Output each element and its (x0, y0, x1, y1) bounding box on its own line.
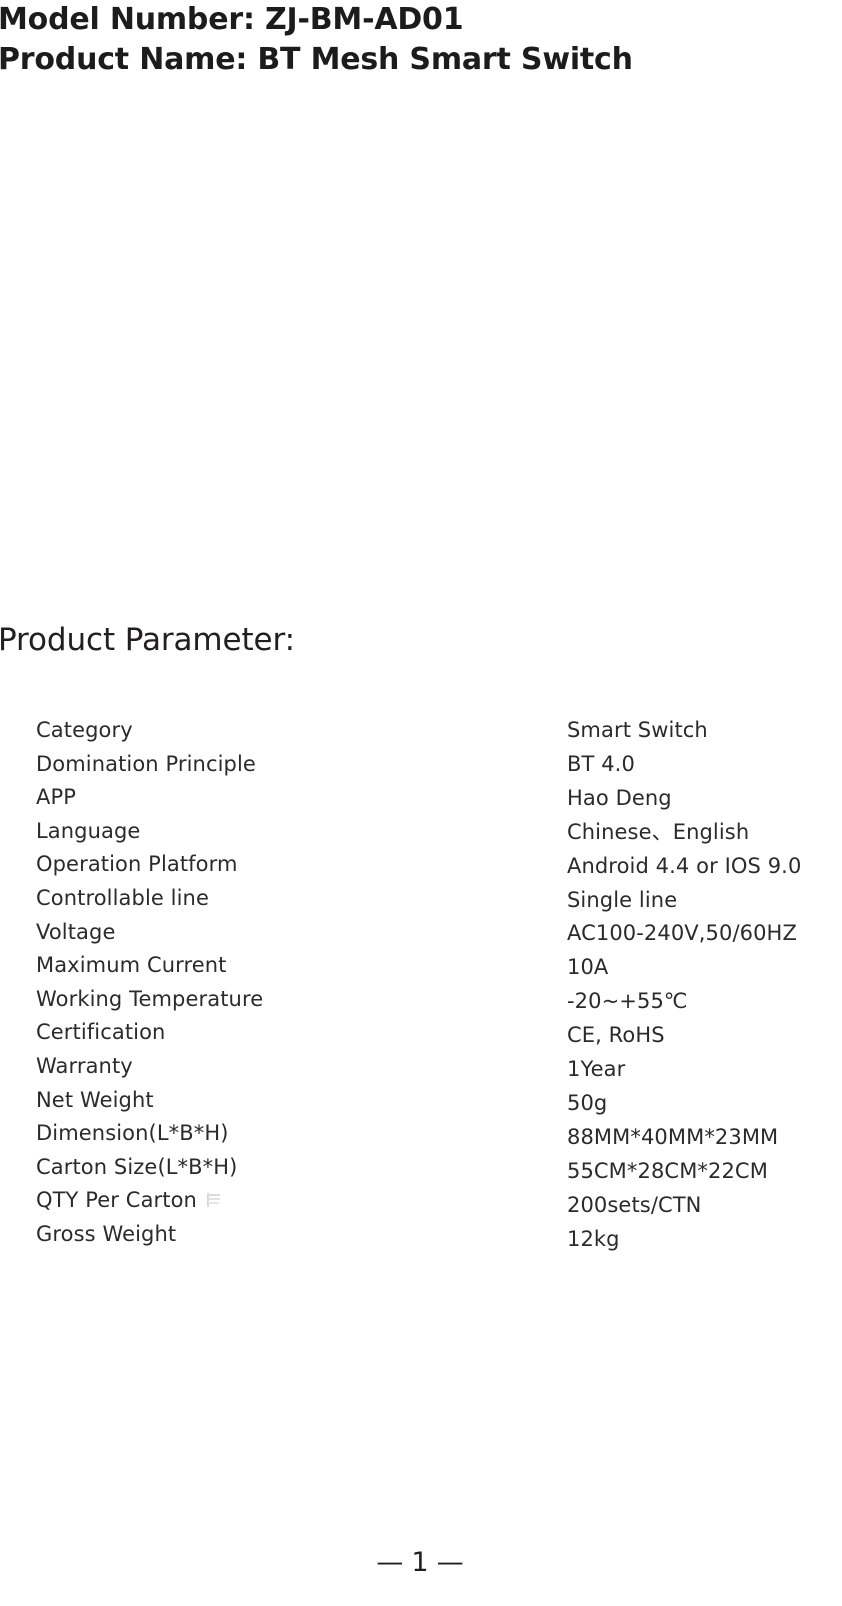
parameter-value: Hao Deng (567, 785, 672, 810)
parameter-label: Carton Size(L*B*H) (36, 1154, 238, 1179)
stray-mark-icon (206, 1193, 222, 1208)
page-number: 1 (411, 1547, 431, 1578)
parameter-value: Single line (567, 887, 678, 912)
parameter-value: BT 4.0 (567, 751, 635, 776)
parameter-value: AC100-240V,50/60HZ (567, 921, 797, 946)
parameter-value: 55CM*28CM*22CM (567, 1158, 768, 1183)
parameter-label-qty-per-carton: QTY Per Carton (36, 1184, 536, 1218)
parameter-label: Controllable line (36, 885, 209, 910)
product-name-line: Product Name: BT Mesh Smart Switch (0, 42, 633, 77)
parameter-value: Smart Switch (567, 718, 708, 742)
parameter-label: Domination Principle (36, 751, 256, 776)
parameter-label: Language (36, 818, 141, 843)
parameter-label: Gross Weight (36, 1221, 177, 1246)
parameter-value: 200sets/CTN (567, 1192, 702, 1217)
parameter-label: Voltage (36, 919, 116, 944)
parameter-value-column: Smart Switch BT 4.0 Hao Deng Chinese、Eng… (567, 714, 842, 1257)
parameter-label: Operation Platform (36, 852, 238, 877)
product-parameter-table: Category Domination Principle APP Langua… (0, 714, 842, 1274)
footer-left-dash: — (376, 1547, 406, 1578)
parameter-label: Working Temperature (36, 986, 264, 1011)
document-header: Model Number: ZJ-BM-AD01 Product Name: B… (0, 0, 842, 80)
parameter-label: Net Weight (36, 1087, 154, 1112)
model-number-line: Model Number: ZJ-BM-AD01 (0, 2, 464, 37)
parameter-label: Certification (36, 1020, 166, 1045)
parameter-value: 12kg (567, 1226, 620, 1251)
parameter-value: Android 4.4 or IOS 9.0 (567, 853, 802, 878)
parameter-label: Dimension(L*B*H) (36, 1121, 229, 1146)
parameter-value: -20~+55℃ (567, 989, 688, 1014)
parameter-value: 10A (567, 955, 609, 980)
product-parameter-heading: Product Parameter: (0, 622, 295, 658)
parameter-label-text: QTY Per Carton (36, 1188, 197, 1213)
footer-right-dash: — (436, 1547, 466, 1578)
parameter-value: 88MM*40MM*23MM (567, 1124, 779, 1149)
parameter-label: Maximum Current (36, 953, 227, 978)
parameter-value: CE, RoHS (567, 1023, 665, 1048)
parameter-label-column: Category Domination Principle APP Langua… (36, 714, 536, 1252)
parameter-value: 1Year (567, 1057, 626, 1082)
parameter-value: Chinese、English (567, 819, 750, 844)
parameter-value: 50g (567, 1090, 608, 1115)
parameter-label: APP (36, 785, 76, 810)
parameter-label: Category (36, 718, 133, 742)
parameter-label: Warranty (36, 1053, 133, 1078)
page-footer: —1— (0, 1545, 842, 1581)
product-image-placeholder (0, 92, 842, 610)
